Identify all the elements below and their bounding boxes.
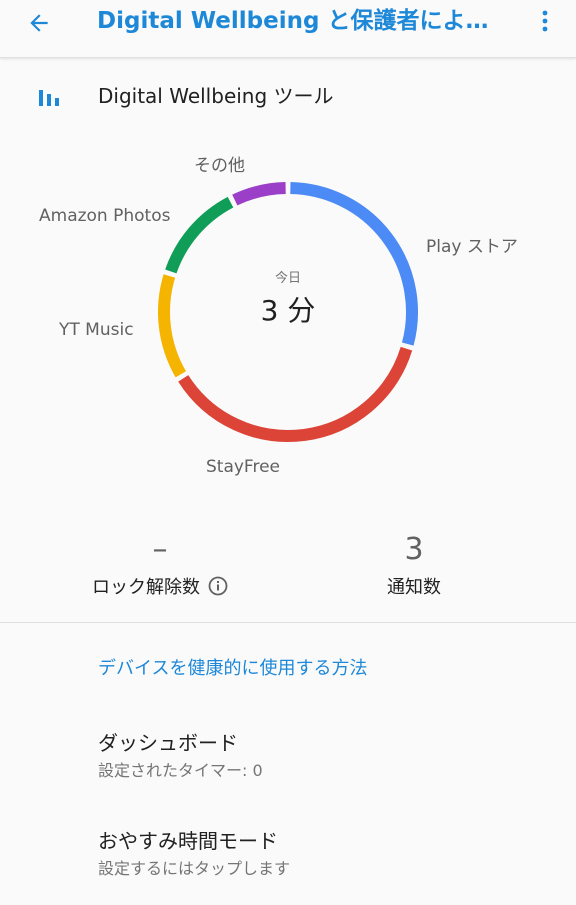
donut-slice-4[interactable] bbox=[232, 182, 286, 206]
arrow-left-icon bbox=[30, 14, 48, 32]
more-vert-icon bbox=[542, 10, 548, 32]
more-options-button[interactable] bbox=[530, 4, 560, 38]
unlocks-stat: ロック解除数 bbox=[70, 574, 250, 602]
donut-slice-1[interactable] bbox=[178, 346, 413, 442]
section-header: Digital Wellbeing ツール bbox=[0, 72, 576, 120]
back-button[interactable] bbox=[18, 5, 60, 41]
unlocks-label: ロック解除数 bbox=[92, 577, 200, 598]
bar-chart-icon bbox=[39, 90, 59, 106]
notifications-label: 通知数 bbox=[387, 577, 441, 598]
usage-donut-chart[interactable]: Play ストア StayFree YT Music Amazon Photos… bbox=[0, 130, 576, 500]
dashboard-item[interactable]: ダッシュボード 設定されたタイマー: 0 bbox=[0, 718, 576, 802]
slice-label-amazon-photos: Amazon Photos bbox=[39, 206, 171, 226]
notifications-value: 3 bbox=[404, 532, 424, 567]
category-title: デバイスを健康的に使用する方法 bbox=[98, 658, 368, 679]
dashboard-title: ダッシュボード bbox=[98, 731, 238, 755]
dashboard-summary: 設定されたタイマー: 0 bbox=[98, 761, 263, 780]
bedtime-mode-item[interactable]: おやすみ時間モード 設定するにはタップします bbox=[0, 816, 576, 900]
section-title: Digital Wellbeing ツール bbox=[98, 84, 334, 108]
app-bar: Digital Wellbeing と保護者によ… bbox=[0, 0, 576, 58]
info-icon[interactable] bbox=[208, 576, 228, 596]
donut-slice-3[interactable] bbox=[165, 196, 234, 274]
chart-center-caption: 今日 bbox=[274, 271, 301, 286]
donut-slice-2[interactable] bbox=[158, 274, 187, 378]
slice-label-other: その他 bbox=[194, 156, 245, 176]
slice-label-yt-music: YT Music bbox=[59, 320, 134, 340]
slice-label-play-store: Play ストア bbox=[426, 237, 518, 257]
page-title: Digital Wellbeing と保護者によ… bbox=[97, 8, 489, 34]
divider bbox=[0, 622, 576, 623]
chart-center-value: 3 分 bbox=[260, 294, 316, 327]
bedtime-mode-summary: 設定するにはタップします bbox=[98, 859, 291, 878]
unlocks-value: – bbox=[152, 532, 168, 567]
bedtime-mode-title: おやすみ時間モード bbox=[98, 829, 278, 853]
slice-label-stayfree: StayFree bbox=[206, 457, 281, 477]
